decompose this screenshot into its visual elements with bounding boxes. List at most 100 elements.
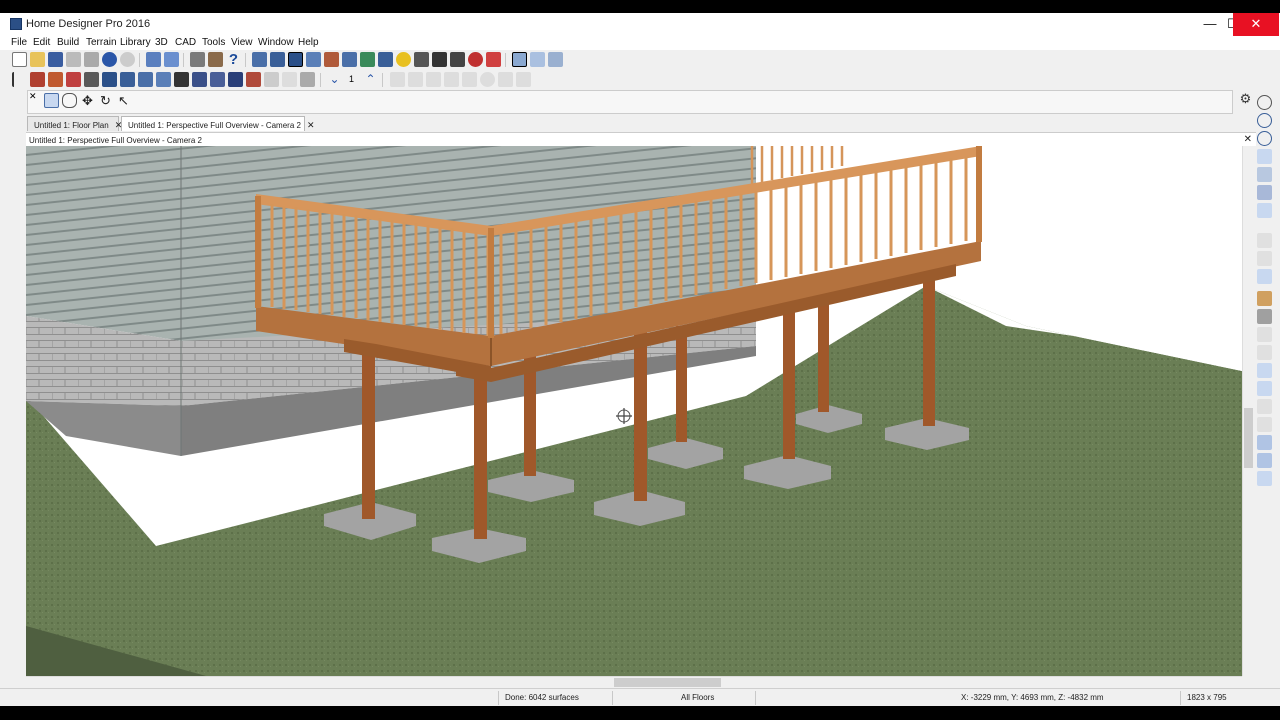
horizontal-scroll-thumb[interactable] bbox=[614, 678, 721, 687]
terrain-tool-icon[interactable] bbox=[192, 72, 207, 87]
select-edit-icon[interactable] bbox=[44, 93, 59, 108]
move-icon[interactable]: ✥ bbox=[80, 93, 95, 108]
library-icon[interactable] bbox=[208, 52, 223, 67]
draw-line-icon[interactable] bbox=[390, 72, 405, 87]
snap-angle-icon[interactable] bbox=[1257, 471, 1272, 486]
tab-floor-plan[interactable]: Untitled 1: Floor Plan ✕ bbox=[27, 116, 122, 131]
arrow-up-icon[interactable] bbox=[1257, 381, 1272, 396]
menu-file[interactable]: File bbox=[11, 37, 27, 48]
menu-tools[interactable]: Tools bbox=[202, 37, 225, 48]
zoom-in-icon[interactable] bbox=[1257, 113, 1272, 128]
draw-spline-icon[interactable] bbox=[516, 72, 531, 87]
layer-icon[interactable] bbox=[1257, 309, 1272, 324]
menu-library[interactable]: Library bbox=[120, 37, 151, 48]
room-tool-icon[interactable] bbox=[48, 72, 63, 87]
draw-circle-icon[interactable] bbox=[480, 72, 495, 87]
full-camera-icon[interactable] bbox=[270, 52, 285, 67]
menu-window[interactable]: Window bbox=[258, 37, 294, 48]
floor-up-icon[interactable]: ⌃ bbox=[363, 72, 378, 87]
floor-down-icon[interactable]: ⌄ bbox=[327, 72, 342, 87]
window-tile-icon[interactable] bbox=[512, 52, 527, 67]
perspective-overview-icon[interactable] bbox=[288, 52, 303, 67]
cabinet-tool-icon[interactable] bbox=[138, 72, 153, 87]
fill-window-icon[interactable] bbox=[1257, 167, 1272, 182]
help-hand-icon[interactable] bbox=[164, 52, 179, 67]
vertical-scroll-thumb[interactable] bbox=[1244, 408, 1253, 468]
doll-house-icon[interactable] bbox=[324, 52, 339, 67]
open-folder-icon[interactable] bbox=[30, 52, 45, 67]
tab-perspective-camera[interactable]: Untitled 1: Perspective Full Overview - … bbox=[121, 116, 315, 131]
line-tool-icon[interactable] bbox=[432, 52, 447, 67]
wall-tool-icon[interactable] bbox=[30, 72, 45, 87]
eraser-icon[interactable] bbox=[486, 52, 501, 67]
house-tool-icon[interactable] bbox=[246, 72, 261, 87]
lock-icon[interactable] bbox=[1257, 291, 1272, 306]
fill-window-building-icon[interactable] bbox=[1257, 185, 1272, 200]
callout-tool-icon[interactable] bbox=[282, 72, 297, 87]
menu-help[interactable]: Help bbox=[298, 37, 319, 48]
door-tool-icon[interactable] bbox=[102, 72, 117, 87]
vertical-scrollbar[interactable] bbox=[1242, 146, 1254, 676]
zoom-icon[interactable] bbox=[1257, 95, 1272, 110]
select-objects-icon[interactable] bbox=[146, 52, 161, 67]
print-preview-icon[interactable] bbox=[84, 52, 99, 67]
close-tab-icon[interactable]: ✕ bbox=[307, 120, 315, 130]
close-button[interactable]: ✕ bbox=[1233, 13, 1279, 36]
print-icon[interactable] bbox=[66, 52, 81, 67]
close-view-icon[interactable]: ✕ bbox=[1244, 134, 1252, 145]
refresh-icon[interactable] bbox=[1257, 269, 1272, 284]
menu-build[interactable]: Build bbox=[57, 37, 79, 48]
swap-icon[interactable] bbox=[1257, 203, 1272, 218]
horizontal-scrollbar[interactable] bbox=[26, 676, 1242, 688]
3d-viewport[interactable] bbox=[26, 146, 1242, 676]
select-arrow-icon[interactable] bbox=[12, 72, 27, 87]
undo-zoom-icon[interactable] bbox=[1257, 149, 1272, 164]
window-arrange-icon[interactable] bbox=[548, 52, 563, 67]
draw-polyline-icon[interactable] bbox=[444, 72, 459, 87]
cad-tool-icon[interactable] bbox=[300, 72, 315, 87]
draw-x-icon[interactable] bbox=[426, 72, 441, 87]
sun-light-icon[interactable] bbox=[396, 52, 411, 67]
cross-section-icon[interactable] bbox=[342, 52, 357, 67]
help-icon[interactable]: ? bbox=[226, 52, 241, 67]
snap-grid-icon[interactable] bbox=[1257, 435, 1272, 450]
text-tool-icon[interactable] bbox=[264, 72, 279, 87]
undo-icon[interactable] bbox=[102, 52, 117, 67]
view-title: Untitled 1: Perspective Full Overview - … bbox=[29, 136, 202, 145]
stairs-tool-icon[interactable] bbox=[156, 72, 171, 87]
roof-tool-icon[interactable] bbox=[174, 72, 189, 87]
material-painter-icon[interactable] bbox=[468, 52, 483, 67]
snap-object-icon[interactable] bbox=[1257, 453, 1272, 468]
gear-icon[interactable]: ⚙ bbox=[1238, 91, 1253, 106]
furniture-tool-icon[interactable] bbox=[228, 72, 243, 87]
draw-box-icon[interactable] bbox=[498, 72, 513, 87]
house-view-icon[interactable] bbox=[378, 52, 393, 67]
menu-terrain[interactable]: Terrain bbox=[86, 37, 117, 48]
window-cascade-icon[interactable] bbox=[530, 52, 545, 67]
close-edit-toolbar-icon[interactable]: ✕ bbox=[29, 92, 37, 101]
edit-area-icon[interactable] bbox=[1257, 363, 1272, 378]
redo-icon[interactable] bbox=[120, 52, 135, 67]
draw-arc-icon[interactable] bbox=[408, 72, 423, 87]
dimension-tool-icon[interactable] bbox=[84, 72, 99, 87]
hand-pan-icon[interactable] bbox=[62, 93, 77, 108]
menu-3d[interactable]: 3D bbox=[155, 37, 168, 48]
move-camera-icon[interactable] bbox=[414, 52, 429, 67]
eyedropper-icon[interactable] bbox=[450, 52, 465, 67]
plan-view-icon[interactable] bbox=[190, 52, 205, 67]
menu-view[interactable]: View bbox=[231, 37, 253, 48]
elevation-icon[interactable] bbox=[306, 52, 321, 67]
save-icon[interactable] bbox=[48, 52, 63, 67]
walkthrough-icon[interactable] bbox=[360, 52, 375, 67]
new-file-icon[interactable] bbox=[12, 52, 27, 67]
tilt-icon[interactable]: ↖ bbox=[116, 93, 131, 108]
zoom-out-icon[interactable] bbox=[1257, 131, 1272, 146]
fixture-tool-icon[interactable] bbox=[210, 72, 225, 87]
draw-curve-icon[interactable] bbox=[462, 72, 477, 87]
window-tool-icon[interactable] bbox=[120, 72, 135, 87]
menu-cad[interactable]: CAD bbox=[175, 37, 196, 48]
floor-tool-icon[interactable] bbox=[66, 72, 81, 87]
menu-edit[interactable]: Edit bbox=[33, 37, 50, 48]
camera-icon[interactable] bbox=[252, 52, 267, 67]
rotate-icon[interactable]: ↻ bbox=[98, 93, 113, 108]
